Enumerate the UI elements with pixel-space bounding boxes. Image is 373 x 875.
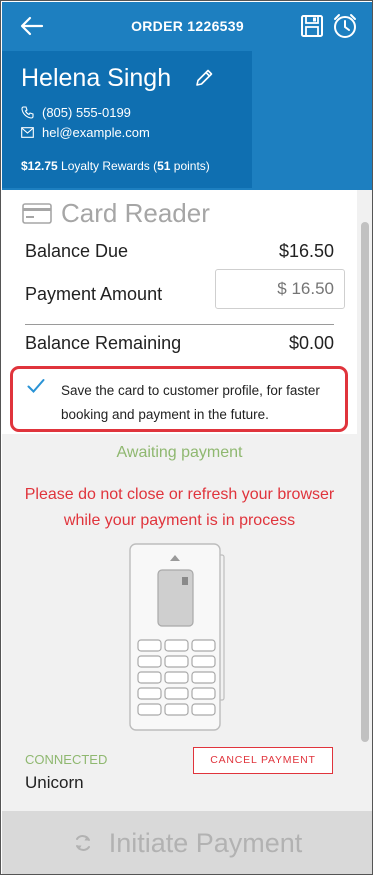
balance-due-label: Balance Due [25, 241, 129, 261]
credit-card-icon [22, 202, 52, 224]
loyalty-label: Loyalty Rewards ( [57, 159, 158, 173]
save-card-option[interactable]: Save the card to customer profile, for f… [10, 366, 348, 432]
loyalty-points: 51 [157, 159, 171, 173]
payment-status-area: Awaiting payment Please do not close or … [2, 434, 357, 811]
balance-remaining-label: Balance Remaining [25, 333, 182, 353]
loyalty-suffix: points) [170, 159, 210, 173]
loyalty-amount: $12.75 [21, 159, 58, 173]
email-row: hel@example.com [21, 125, 150, 140]
awaiting-status: Awaiting payment [116, 444, 243, 461]
customer-phone: (805) 555-0199 [42, 105, 131, 120]
card-reader-title: Card Reader [61, 198, 210, 228]
top-bar: ORDER 1226539 [2, 2, 372, 49]
spinner-icon [75, 835, 90, 851]
scrollbar-thumb[interactable] [361, 222, 369, 742]
warning-line-2: while your payment is in process [63, 512, 296, 529]
phone-icon [21, 106, 34, 119]
payment-amount-label: Payment Amount [25, 284, 163, 304]
balance-remaining-row: Balance Remaining $0.00 [25, 333, 334, 354]
warning-line-1: Please do not close or refresh your brow… [24, 486, 335, 503]
mail-icon [21, 127, 34, 138]
customer-card: Helena Singh (805) 555-0199 hel@example.… [2, 51, 252, 188]
warning-message: Please do not close or refresh your brow… [2, 482, 357, 534]
pencil-edit-icon[interactable] [194, 68, 214, 88]
customer-name: Helena Singh [21, 64, 172, 92]
payment-amount-input[interactable] [215, 269, 345, 309]
save-icon[interactable] [300, 14, 324, 38]
payment-content: Card Reader Balance Due $16.50 Payment A… [2, 190, 357, 811]
timer-icon[interactable] [332, 13, 358, 39]
checkmark-icon[interactable] [27, 378, 45, 394]
balance-remaining-value: $0.00 [288, 333, 334, 353]
app-frame: ORDER 1226539 Helena Singh (805) 555-019… [0, 0, 373, 875]
connection-status: CONNECTED [25, 752, 108, 767]
save-card-text: Save the card to customer profile, for f… [61, 383, 320, 422]
balance-due-value: $16.50 [278, 241, 334, 261]
customer-header: Helena Singh (805) 555-0199 hel@example.… [2, 49, 372, 190]
card-reader-heading: Card Reader [22, 196, 210, 230]
balance-due-row: Balance Due $16.50 [25, 241, 334, 262]
customer-email: hel@example.com [42, 125, 150, 140]
scrollbar[interactable] [357, 190, 372, 811]
device-name: Unicorn [25, 773, 84, 792]
initiate-payment-button[interactable]: Initiate Payment [2, 811, 372, 874]
phone-row: (805) 555-0199 [21, 105, 131, 120]
divider [25, 324, 334, 325]
card-terminal-icon [129, 543, 225, 731]
initiate-payment-label: Initiate Payment [108, 827, 303, 858]
cancel-payment-button[interactable]: CANCEL PAYMENT [193, 747, 333, 774]
loyalty-rewards: $12.75 Loyalty Rewards (51 points) [21, 159, 210, 173]
